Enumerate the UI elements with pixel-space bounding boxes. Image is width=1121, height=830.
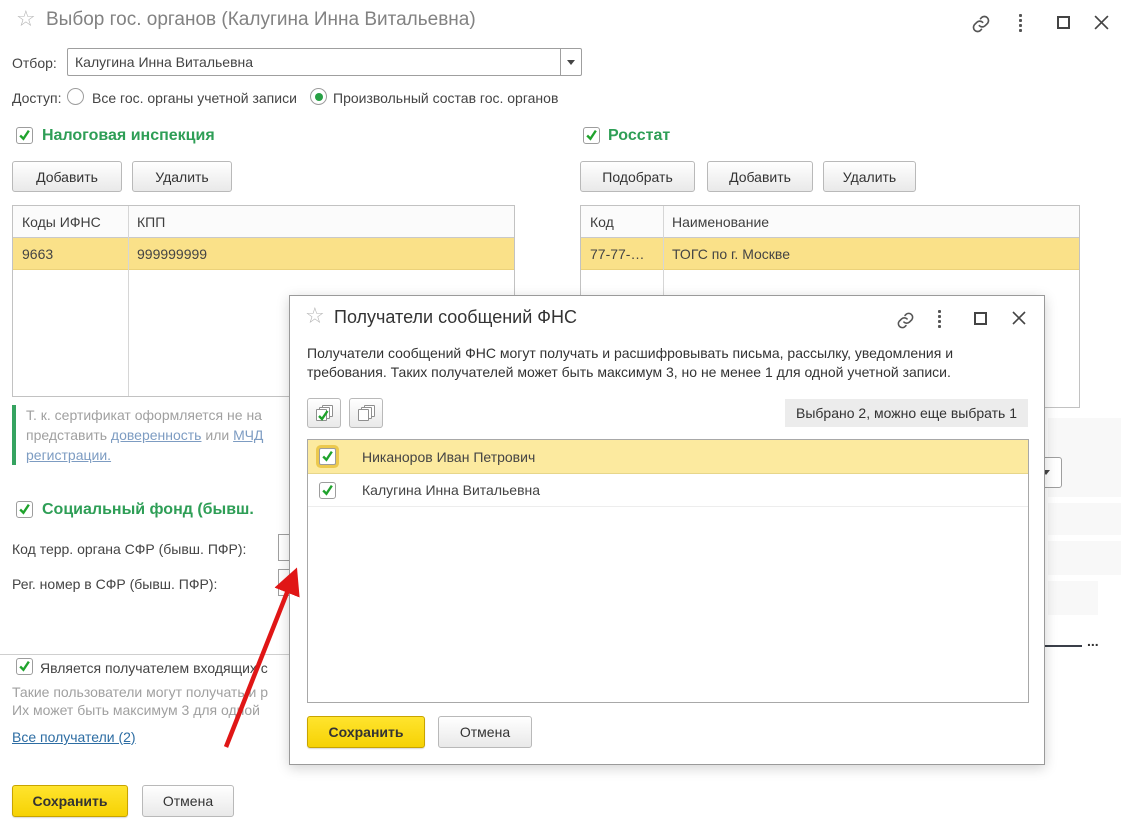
rosstat-add-button[interactable]: Добавить <box>707 161 813 192</box>
recipient-2-name: Калугина Инна Витальевна <box>362 482 541 498</box>
recipients-list: Никаноров Иван Петрович Калугина Инна Ви… <box>307 439 1029 703</box>
tax-remove-button[interactable]: Удалить <box>132 161 232 192</box>
fns-recipients-dialog: ☆ Получатели сообщений ФНС Получатели со… <box>289 295 1045 765</box>
attorney-link[interactable]: доверенность <box>111 427 202 443</box>
rosstat-col-header-code[interactable]: Код <box>581 214 663 230</box>
registration-link[interactable]: регистрации. <box>26 447 111 463</box>
uncheck-all-button[interactable] <box>349 398 383 428</box>
app-screen: ☆ Выбор гос. органов (Калугина Инна Вита… <box>0 0 1121 830</box>
modal-get-link-icon[interactable] <box>893 308 917 332</box>
main-save-button[interactable]: Сохранить <box>12 785 128 817</box>
tax-col-header-code[interactable]: Коды ИФНС <box>13 214 128 230</box>
tax-section-title: Налоговая инспекция <box>42 127 215 144</box>
rosstat-col-header-name[interactable]: Наименование <box>663 214 1079 230</box>
tax-row-kpp: 999999999 <box>137 245 208 262</box>
sfr-field2-label: Рег. номер в СФР (бывш. ПФР): <box>12 576 218 592</box>
radio-all-gov-bodies[interactable] <box>67 88 84 105</box>
background-panel <box>1048 503 1121 535</box>
modal-save-button[interactable]: Сохранить <box>307 716 425 748</box>
modal-description-line-2: требования. Таких получателей может быть… <box>307 364 951 380</box>
main-cancel-button[interactable]: Отмена <box>142 785 234 817</box>
tax-row-code: 9663 <box>22 245 54 262</box>
incoming-note-1: Такие пользователи могут получать и р <box>12 684 269 700</box>
filter-label: Отбор: <box>12 55 57 71</box>
modal-close-icon[interactable] <box>1009 308 1029 328</box>
modal-cancel-button[interactable]: Отмена <box>438 716 532 748</box>
tax-col-header-kpp[interactable]: КПП <box>128 214 514 230</box>
rosstat-section-title: Росстат <box>608 127 671 144</box>
tax-table-row[interactable]: 9663 999999999 <box>13 238 514 270</box>
radio-custom-gov-bodies[interactable] <box>310 88 327 105</box>
sfr-section-checkbox[interactable] <box>16 501 33 518</box>
notice-line-1: Т. к. сертификат оформляется не на <box>26 407 262 423</box>
rosstat-section-checkbox[interactable] <box>583 127 600 144</box>
recipient-row-1[interactable]: Никаноров Иван Петрович <box>308 440 1028 474</box>
notice-line-2: представить доверенность или МЧД <box>26 427 264 443</box>
rosstat-pick-button[interactable]: Подобрать <box>580 161 695 192</box>
close-icon[interactable] <box>1091 12 1111 32</box>
mchd-link[interactable]: МЧД <box>233 427 263 443</box>
selection-count-badge: Выбрано 2, можно еще выбрать 1 <box>785 399 1028 427</box>
uncheck-all-icon <box>357 404 375 422</box>
recipient-1-checkbox[interactable] <box>319 448 336 465</box>
background-ellipsis-button[interactable]: ... <box>1087 633 1099 649</box>
modal-more-menu-icon[interactable] <box>938 310 941 328</box>
incoming-recipient-checkbox[interactable] <box>16 658 33 675</box>
incoming-recipient-label: Является получателем входящих с <box>40 660 268 676</box>
rosstat-row-name: ТОГС по г. Москве <box>672 245 790 262</box>
favorite-star-icon[interactable]: ☆ <box>16 8 36 30</box>
filter-dropdown-button[interactable] <box>560 49 581 75</box>
incoming-note-2: Их может быть максимум 3 для одной <box>12 702 260 718</box>
modal-title: Получатели сообщений ФНС <box>334 307 577 327</box>
background-field-underline <box>1043 645 1082 647</box>
maximize-icon[interactable] <box>1057 16 1070 29</box>
sfr-field1-label: Код терр. органа СФР (бывш. ПФР): <box>12 541 247 557</box>
chevron-down-icon <box>567 59 575 65</box>
filter-input[interactable]: Калугина Инна Витальевна <box>67 48 582 76</box>
background-panel <box>1048 541 1121 575</box>
tax-add-button[interactable]: Добавить <box>12 161 122 192</box>
access-label: Доступ: <box>12 90 62 106</box>
tax-section-checkbox[interactable] <box>16 127 33 144</box>
modal-maximize-icon[interactable] <box>974 312 987 325</box>
recipient-1-name: Никаноров Иван Петрович <box>362 448 536 465</box>
recipient-row-2[interactable]: Калугина Инна Витальевна <box>308 474 1028 507</box>
separator <box>0 654 290 655</box>
notice-line-3: регистрации. <box>26 445 284 465</box>
page-title: Выбор гос. органов (Калугина Инна Виталь… <box>46 9 476 30</box>
check-all-icon <box>315 404 333 422</box>
modal-description-line-1: Получатели сообщений ФНС могут получать … <box>307 345 954 361</box>
filter-value: Калугина Инна Витальевна <box>75 54 254 70</box>
rosstat-row-code: 77-77-… <box>590 245 645 262</box>
rosstat-table-row[interactable]: 77-77-… ТОГС по г. Москве <box>581 238 1079 270</box>
get-link-icon[interactable] <box>968 11 994 37</box>
certificate-notice: Т. к. сертификат оформляется не на предс… <box>12 405 284 465</box>
modal-favorite-star-icon[interactable]: ☆ <box>305 305 325 327</box>
radio-custom-gov-bodies-label: Произвольный состав гос. органов <box>333 90 559 106</box>
all-recipients-link[interactable]: Все получатели (2) <box>12 729 136 745</box>
check-all-button[interactable] <box>307 398 341 428</box>
more-menu-icon[interactable] <box>1019 14 1022 32</box>
recipient-2-checkbox[interactable] <box>319 481 336 499</box>
rosstat-remove-button[interactable]: Удалить <box>823 161 916 192</box>
background-panel <box>1048 581 1098 615</box>
radio-all-gov-bodies-label: Все гос. органы учетной записи <box>92 90 297 106</box>
